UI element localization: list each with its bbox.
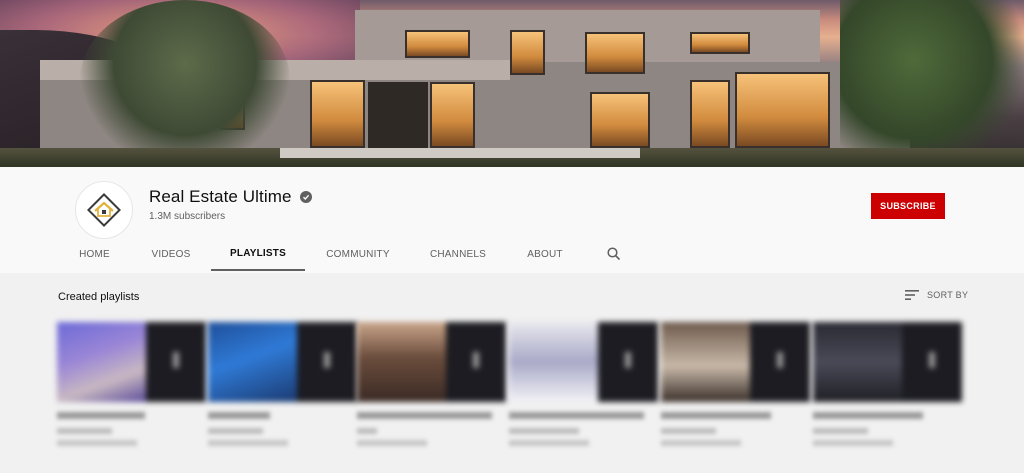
playlist-thumbnail[interactable] xyxy=(509,322,658,402)
playlist-meta xyxy=(357,412,497,446)
house-logo-icon xyxy=(87,193,121,227)
playlist-meta xyxy=(813,412,953,446)
section-title: Created playlists xyxy=(58,291,140,303)
sort-icon xyxy=(905,290,919,300)
channel-name[interactable]: Real Estate Ultime xyxy=(149,187,292,207)
playlist-meta xyxy=(57,412,197,446)
playlist-thumbnail[interactable] xyxy=(661,322,810,402)
sort-by-button[interactable]: SORT BY xyxy=(905,289,968,301)
subscriber-count: 1.3M subscribers xyxy=(149,211,226,222)
channel-tabs: HOME VIDEOS PLAYLISTS COMMUNITY CHANNELS… xyxy=(0,238,1024,271)
playlist-thumbnail[interactable] xyxy=(357,322,506,402)
tab-home[interactable]: HOME xyxy=(72,238,117,271)
playlist-thumbnail[interactable] xyxy=(813,322,962,402)
verified-check-icon xyxy=(299,191,312,203)
sort-by-label: SORT BY xyxy=(927,290,969,300)
channel-banner xyxy=(0,0,1024,167)
tab-videos[interactable]: VIDEOS xyxy=(146,238,196,271)
tab-channels[interactable]: CHANNELS xyxy=(427,238,489,271)
subscribe-button[interactable]: SUBSCRIBE xyxy=(871,193,945,219)
playlist-meta xyxy=(208,412,348,446)
tab-community[interactable]: COMMUNITY xyxy=(322,238,394,271)
playlist-thumbnail[interactable] xyxy=(57,322,206,402)
channel-title-row: Real Estate Ultime xyxy=(149,187,312,207)
tab-about[interactable]: ABOUT xyxy=(523,238,567,271)
playlist-meta xyxy=(509,412,649,446)
search-icon[interactable] xyxy=(606,246,622,262)
tab-playlists[interactable]: PLAYLISTS xyxy=(211,238,305,271)
channel-avatar[interactable] xyxy=(75,181,133,239)
playlist-thumbnail[interactable] xyxy=(208,322,357,402)
playlist-meta xyxy=(661,412,801,446)
